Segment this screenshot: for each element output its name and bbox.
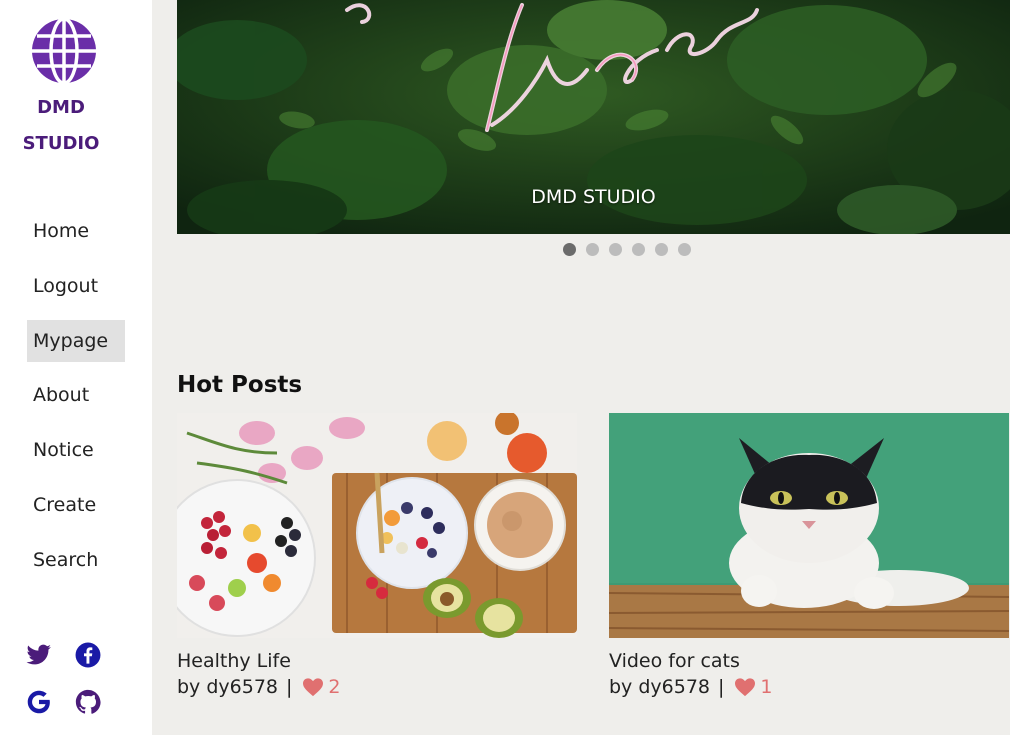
post-meta: by dy6578 | 1 [609, 676, 1009, 698]
post-title[interactable]: Video for cats [609, 650, 1009, 672]
carousel-dot[interactable] [563, 243, 576, 256]
nav-about[interactable]: About [27, 374, 125, 416]
nav-logout[interactable]: Logout [27, 265, 125, 307]
like-count: 2 [328, 676, 341, 698]
brand-name-line1: DMD [37, 97, 85, 118]
hero-carousel[interactable]: DMD STUDIO [177, 0, 1010, 234]
globe-logo-icon[interactable] [30, 17, 98, 85]
hero-caption: DMD STUDIO [531, 186, 656, 208]
facebook-icon[interactable] [75, 642, 101, 668]
meta-separator: | [718, 676, 725, 698]
nav-create[interactable]: Create [27, 484, 125, 526]
post-thumbnail-cat[interactable] [609, 413, 1009, 638]
nav-home[interactable]: Home [27, 210, 125, 252]
carousel-indicators [563, 243, 691, 256]
nav-search[interactable]: Search [27, 539, 125, 581]
meta-separator: | [286, 676, 293, 698]
post-author[interactable]: by dy6578 [177, 676, 278, 698]
nav-mypage[interactable]: Mypage [27, 320, 125, 362]
carousel-dot[interactable] [586, 243, 599, 256]
nav-notice[interactable]: Notice [27, 429, 125, 471]
heart-icon[interactable] [302, 677, 324, 697]
google-icon[interactable] [26, 689, 52, 715]
like-count: 1 [760, 676, 773, 698]
post-thumbnail-food[interactable] [177, 413, 577, 638]
post-card[interactable]: Healthy Life by dy6578 | 2 [177, 413, 577, 698]
sidebar: DMD STUDIO Home Logout Mypage About Noti… [0, 0, 152, 735]
post-author[interactable]: by dy6578 [609, 676, 710, 698]
post-card[interactable]: Video for cats by dy6578 | 1 [609, 413, 1009, 698]
post-meta: by dy6578 | 2 [177, 676, 577, 698]
heart-icon[interactable] [734, 677, 756, 697]
section-title-hot-posts: Hot Posts [177, 372, 303, 398]
github-icon[interactable] [75, 689, 101, 715]
post-title[interactable]: Healthy Life [177, 650, 577, 672]
carousel-dot[interactable] [632, 243, 645, 256]
carousel-dot[interactable] [678, 243, 691, 256]
carousel-dot[interactable] [609, 243, 622, 256]
carousel-dot[interactable] [655, 243, 668, 256]
brand-name-line2: STUDIO [22, 133, 100, 154]
twitter-icon[interactable] [26, 642, 52, 668]
